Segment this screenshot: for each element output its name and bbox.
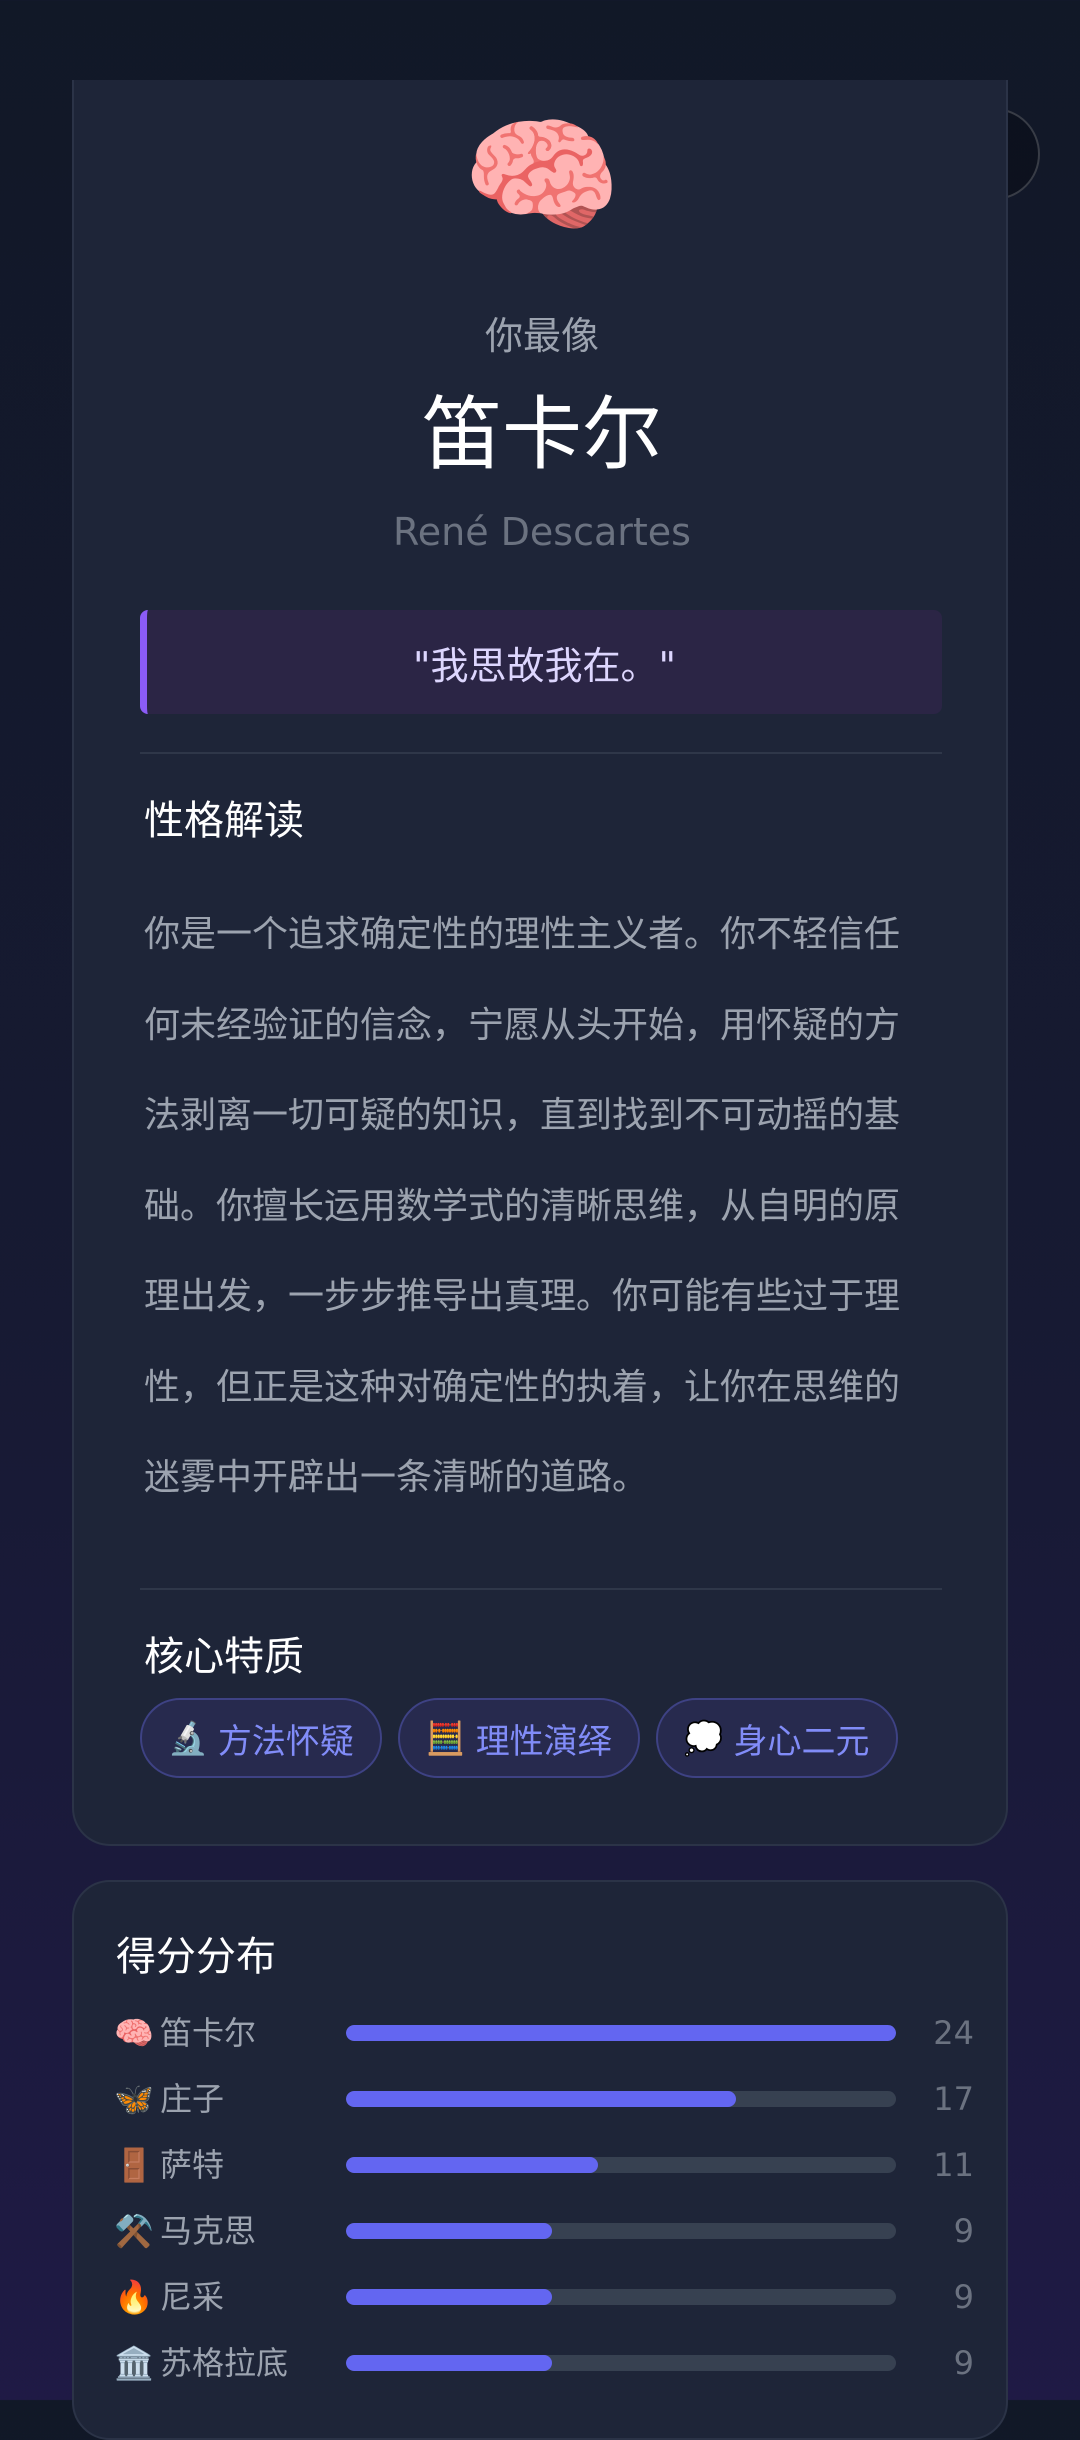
score-bar-fill — [346, 2157, 599, 2173]
score-row: 🧠 笛卡尔 24 — [114, 2000, 974, 2066]
trait-label: 身心二元 — [733, 1721, 870, 1762]
trait-chip: 💭 身心二元 — [655, 1698, 898, 1778]
hammer-pick-icon: ⚒️ — [114, 2212, 154, 2250]
score-bar-track — [346, 2289, 896, 2305]
score-value: 17 — [933, 2080, 974, 2118]
score-name: 笛卡尔 — [160, 2014, 257, 2052]
trait-chip: 🔬 方法怀疑 — [140, 1698, 382, 1778]
score-title: 得分分布 — [116, 1934, 276, 1980]
score-name: 尼采 — [160, 2278, 225, 2316]
fire-icon: 🔥 — [114, 2278, 154, 2316]
result-card: 🧠 你最像 笛卡尔 René Descartes "我思故我在。" 性格解读 你… — [72, 80, 1008, 1846]
personality-title: 性格解读 — [144, 798, 304, 844]
score-value: 11 — [933, 2146, 974, 2184]
score-bar-track — [346, 2157, 896, 2173]
score-name: 萨特 — [160, 2146, 225, 2184]
traits-title: 核心特质 — [144, 1634, 304, 1680]
score-row: 🔥 尼采 9 — [114, 2264, 974, 2330]
brain-icon: 🧠 — [114, 2014, 154, 2052]
score-value: 24 — [933, 2014, 974, 2052]
score-bar-track — [346, 2223, 896, 2239]
brain-icon: 🧠 — [462, 102, 622, 251]
personality-description: 你是一个追求确定性的理性主义者。你不轻信任何未经验证的信念，宁愿从头开始，用怀疑… — [144, 914, 901, 1498]
thought-bubble-icon: 💭 — [683, 1719, 724, 1757]
score-value: 9 — [953, 2212, 974, 2250]
score-row: 🏛️ 苏格拉底 9 — [114, 2330, 974, 2396]
door-icon: 🚪 — [114, 2146, 154, 2184]
score-distribution-card: 得分分布 🧠 笛卡尔 24 🦋 庄子 17 🚪 萨特 11 ⚒️ 马克思 9 🔥… — [72, 1880, 1008, 2440]
quote-text: "我思故我在。" — [413, 643, 676, 688]
philosopher-name: 笛卡尔 — [422, 388, 662, 481]
quote-box: "我思故我在。" — [140, 610, 942, 714]
score-bar-track — [346, 2355, 896, 2371]
score-bar-fill — [346, 2355, 553, 2371]
traits-list: 🔬 方法怀疑 🧮 理性演绎 💭 身心二元 — [140, 1698, 898, 1778]
trait-chip: 🧮 理性演绎 — [397, 1698, 640, 1778]
score-bar-track — [346, 2091, 896, 2107]
divider — [140, 752, 942, 754]
score-bar-fill — [346, 2091, 736, 2107]
score-bar-fill — [346, 2025, 896, 2041]
score-row: 🚪 萨特 11 — [114, 2132, 974, 2198]
score-name: 庄子 — [160, 2080, 225, 2118]
score-value: 9 — [953, 2278, 974, 2316]
score-row: ⚒️ 马克思 9 — [114, 2198, 974, 2264]
score-bar-fill — [346, 2223, 553, 2239]
classical-building-icon: 🏛️ — [114, 2344, 154, 2382]
score-bar-fill — [346, 2289, 553, 2305]
divider — [140, 1588, 942, 1590]
philosopher-name-en: René Descartes — [393, 510, 691, 554]
microscope-icon: 🔬 — [168, 1719, 208, 1757]
score-bar-track — [346, 2025, 896, 2041]
result-intro: 你最像 — [484, 314, 599, 358]
abacus-icon: 🧮 — [425, 1719, 466, 1757]
score-value: 9 — [953, 2344, 974, 2382]
butterfly-icon: 🦋 — [114, 2080, 154, 2118]
score-name: 苏格拉底 — [160, 2344, 289, 2382]
score-row: 🦋 庄子 17 — [114, 2066, 974, 2132]
score-name: 马克思 — [160, 2212, 257, 2250]
trait-label: 理性演绎 — [475, 1721, 612, 1762]
trait-label: 方法怀疑 — [217, 1721, 354, 1762]
